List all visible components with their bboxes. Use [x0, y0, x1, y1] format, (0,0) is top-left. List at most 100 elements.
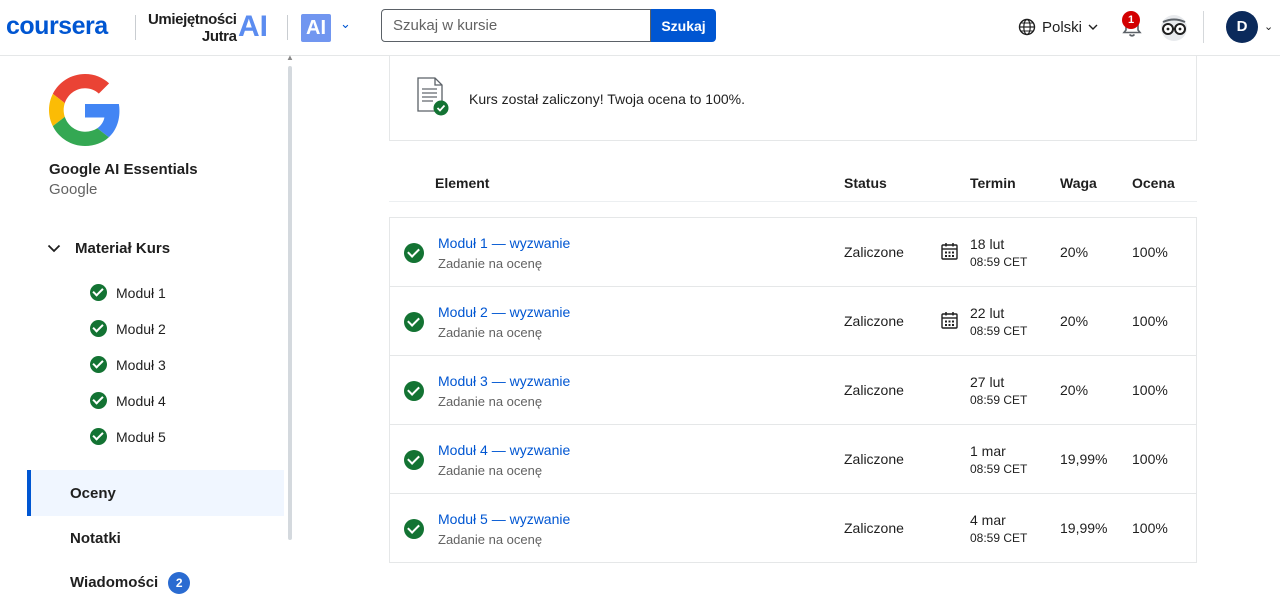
assignment-link[interactable]: Moduł 2 — wyzwanie: [438, 304, 570, 320]
header-divider: [1203, 11, 1204, 43]
check-circle-icon: [90, 284, 107, 301]
weight-value: 20%: [1060, 382, 1089, 398]
language-label: Polski: [1042, 18, 1083, 36]
chevron-down-icon[interactable]: ⌄: [1264, 20, 1273, 33]
messages-count-badge: 2: [168, 572, 191, 594]
search-button[interactable]: Szukaj: [651, 9, 716, 42]
sidebar-item-module-5[interactable]: Moduł 5: [90, 428, 166, 445]
brand-line-1: Umiejętności: [148, 11, 237, 28]
grade-value: 100%: [1132, 313, 1168, 329]
weight-value: 20%: [1060, 313, 1089, 329]
module-label: Moduł 1: [116, 284, 166, 301]
module-label: Moduł 3: [116, 356, 166, 373]
course-organization: Google: [49, 181, 98, 198]
header-divider: [389, 201, 1197, 202]
notification-badge: 1: [1122, 11, 1140, 29]
brand-line-2: Jutra: [201, 28, 237, 45]
assignment-link[interactable]: Moduł 5 — wyzwanie: [438, 511, 570, 527]
due-time: 08:59 CET: [970, 462, 1028, 476]
umiejetnosci-jutra-logo[interactable]: Umiejętności Jutra: [148, 11, 237, 45]
calendar-icon[interactable]: [941, 242, 958, 260]
column-header-element: Element: [435, 175, 490, 191]
grade-value: 100%: [1132, 382, 1168, 398]
assignment-link[interactable]: Moduł 1 — wyzwanie: [438, 235, 570, 251]
user-avatar[interactable]: D: [1226, 11, 1258, 43]
weight-value: 20%: [1060, 244, 1089, 260]
table-row: Moduł 2 — wyzwanie Zadanie na ocenę Zali…: [390, 287, 1196, 356]
sidebar-item-notes[interactable]: Notatki: [70, 530, 121, 547]
section-label: Materiał Kurs: [75, 240, 171, 257]
ai-badge-button[interactable]: AI: [301, 14, 331, 42]
status-text: Zaliczone: [844, 244, 904, 260]
check-circle-icon: [404, 450, 424, 470]
assignment-type: Zadanie na ocenę: [438, 325, 543, 340]
due-date: 22 lut: [970, 305, 1005, 321]
column-header-grade: Ocena: [1132, 175, 1175, 191]
grade-value: 100%: [1132, 244, 1168, 260]
due-date: 18 lut: [970, 236, 1005, 252]
status-text: Zaliczone: [844, 451, 904, 467]
column-header-weight: Waga: [1060, 175, 1097, 191]
check-circle-icon: [404, 381, 424, 401]
table-row: Moduł 1 — wyzwanie Zadanie na ocenę Zali…: [390, 218, 1196, 287]
column-header-due: Termin: [970, 175, 1016, 191]
messages-label: Wiadomości: [70, 574, 159, 591]
search-input[interactable]: [381, 9, 651, 42]
due-time: 08:59 CET: [970, 531, 1028, 545]
check-circle-icon: [90, 392, 107, 409]
due-time: 08:59 CET: [970, 324, 1028, 338]
assignment-type: Zadanie na ocenę: [438, 256, 543, 271]
graded-document-icon: [417, 77, 449, 116]
check-circle-icon: [90, 320, 107, 337]
sidebar-item-module-3[interactable]: Moduł 3: [90, 356, 166, 373]
table-row: Moduł 5 — wyzwanie Zadanie na ocenę Zali…: [390, 494, 1196, 563]
grade-value: 100%: [1132, 451, 1168, 467]
sidebar-item-module-1[interactable]: Moduł 1: [90, 284, 166, 301]
top-header: coursera Umiejętności Jutra AI AI ⌄ Szuk…: [0, 0, 1280, 56]
course-title[interactable]: Google AI Essentials: [49, 161, 198, 178]
assignment-link[interactable]: Moduł 3 — wyzwanie: [438, 373, 570, 389]
globe-icon: [1018, 18, 1036, 36]
brand-ai-text: AI: [238, 10, 268, 43]
calendar-icon[interactable]: [941, 311, 958, 329]
module-label: Moduł 5: [116, 428, 166, 445]
sidebar-scrollbar[interactable]: [288, 66, 292, 540]
chevron-down-icon: [1088, 24, 1098, 30]
scroll-up-arrow-icon[interactable]: ▲: [286, 53, 294, 62]
check-circle-icon: [404, 312, 424, 332]
sidebar-item-module-4[interactable]: Moduł 4: [90, 392, 166, 409]
assignment-type: Zadanie na ocenę: [438, 463, 543, 478]
grades-table: Moduł 1 — wyzwanie Zadanie na ocenę Zali…: [389, 217, 1197, 563]
grade-value: 100%: [1132, 520, 1168, 536]
header-divider: [135, 15, 136, 40]
sidebar-item-grades[interactable]: [27, 470, 284, 516]
due-time: 08:59 CET: [970, 393, 1028, 407]
assignment-type: Zadanie na ocenę: [438, 532, 543, 547]
assignment-link[interactable]: Moduł 4 — wyzwanie: [438, 442, 570, 458]
status-text: Zaliczone: [844, 520, 904, 536]
sidebar-item-grades-label[interactable]: Oceny: [70, 485, 116, 502]
status-text: Zaliczone: [844, 382, 904, 398]
coursera-logo[interactable]: coursera: [6, 12, 108, 41]
table-row: Moduł 4 — wyzwanie Zadanie na ocenę Zali…: [390, 425, 1196, 494]
language-selector[interactable]: Polski: [1018, 18, 1098, 36]
check-circle-icon: [404, 243, 424, 263]
header-divider: [287, 15, 288, 40]
check-circle-icon: [404, 519, 424, 539]
chevron-down-icon: [47, 244, 61, 253]
sidebar-item-messages[interactable]: Wiadomości 2: [70, 572, 191, 594]
status-text: Zaliczone: [844, 313, 904, 329]
coach-glasses-icon[interactable]: [1159, 14, 1189, 42]
column-header-status: Status: [844, 175, 887, 191]
weight-value: 19,99%: [1060, 520, 1108, 536]
chevron-down-icon[interactable]: ⌄: [340, 16, 351, 32]
module-label: Moduł 4: [116, 392, 166, 409]
due-time: 08:59 CET: [970, 255, 1028, 269]
due-date: 1 mar: [970, 443, 1006, 459]
course-material-toggle[interactable]: Materiał Kurs: [47, 240, 170, 257]
module-label: Moduł 2: [116, 320, 166, 337]
due-date: 4 mar: [970, 512, 1006, 528]
sidebar-item-module-2[interactable]: Moduł 2: [90, 320, 166, 337]
check-circle-icon: [90, 428, 107, 445]
due-date: 27 lut: [970, 374, 1005, 390]
